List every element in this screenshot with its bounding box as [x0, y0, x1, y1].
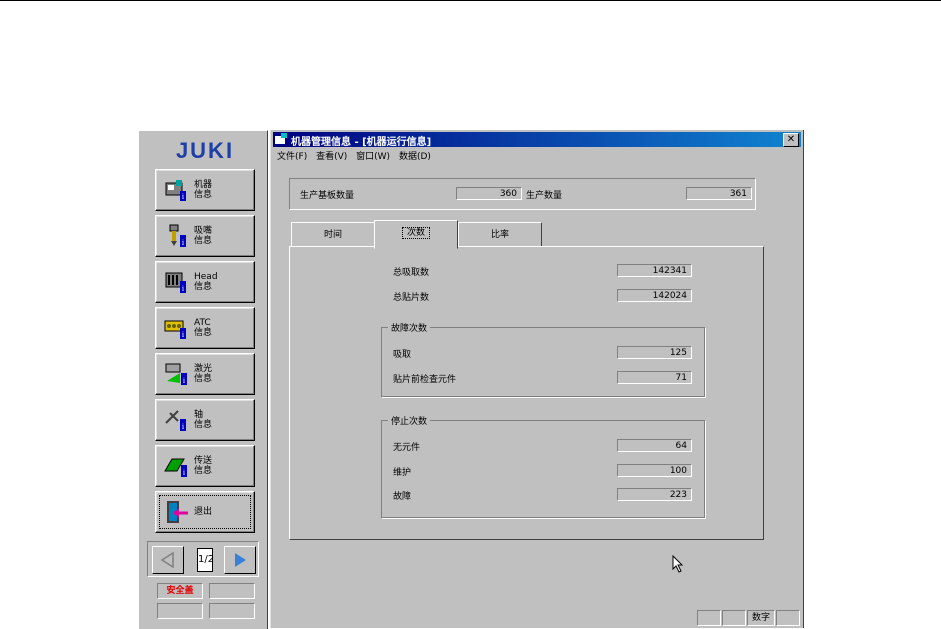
count-tab-panel: 总吸取数 142341 总贴片数 142024 故障次数 吸取 125 贴片前检… [289, 246, 764, 540]
svg-text:JUKI: JUKI [176, 139, 234, 161]
menu-data[interactable]: 数据(D) [399, 152, 431, 162]
stop-count-group: 停止次数 无元件 64 维护 100 故障 223 [381, 414, 705, 518]
head-info-label: Head 信息 [194, 272, 218, 292]
stop-row-value: 100 [617, 464, 692, 477]
stop-row-value: 223 [617, 488, 692, 501]
error-row-value: 125 [617, 346, 692, 359]
laser-info-icon: i [165, 363, 187, 385]
axis-info-icon: i [165, 410, 186, 431]
error-count-title: 故障次数 [388, 321, 431, 334]
stop-row-value: 64 [617, 439, 692, 452]
arrow-right-icon [235, 553, 246, 567]
axis-info-button[interactable]: i 轴 信息 [155, 399, 255, 441]
page-navigator: 1/2 [147, 541, 259, 577]
status-pane-2 [722, 610, 746, 626]
status-pane-mode: 数字 [747, 610, 775, 626]
error-count-group: 故障次数 吸取 125 贴片前检查元件 71 [381, 321, 705, 397]
menu-bar: 文件(F) 查看(V) 窗口(W) 数据(D) [277, 149, 437, 163]
nozzle-info-label: 吸嘴 信息 [194, 226, 213, 246]
safety-cover-status: 安全盖 [157, 583, 203, 599]
window-title: 机器管理信息 - [机器运行信息] [291, 137, 432, 148]
machine-info-icon: i [165, 180, 186, 201]
error-row-value: 71 [617, 371, 692, 384]
page-top-rule [0, 0, 941, 1]
status-slot-2 [209, 583, 255, 599]
exit-button[interactable]: 退出 [155, 491, 255, 533]
axis-info-label: 轴 信息 [194, 410, 213, 430]
conveyor-info-button[interactable]: i 传送 信息 [155, 445, 255, 487]
stop-count-title: 停止次数 [388, 414, 431, 427]
error-row-label: 吸取 [393, 350, 412, 360]
conveyor-info-icon: i [164, 458, 187, 477]
status-pane-1 [697, 610, 721, 626]
total-mount-label: 总贴片数 [393, 293, 430, 303]
status-pane-4 [776, 610, 800, 626]
arrow-left-icon [160, 551, 174, 569]
total-mount-value: 142024 [617, 289, 692, 302]
machine-info-button[interactable]: i 机器 信息 [155, 169, 255, 211]
atc-info-button[interactable]: i ATC 信息 [155, 307, 255, 349]
summary-panel: 生产基板数量 360 生产数量 361 [289, 178, 756, 210]
total-pick-label: 总吸取数 [393, 268, 430, 278]
tab-count[interactable]: 次数 [374, 220, 458, 249]
tab-count-label: 次数 [401, 227, 430, 239]
tab-time[interactable]: 时间 [291, 222, 375, 248]
close-button[interactable]: ✕ [783, 133, 799, 147]
tab-ratio-label: 比率 [490, 230, 509, 240]
head-info-button[interactable]: i Head 信息 [155, 261, 255, 303]
atc-info-label: ATC 信息 [194, 318, 213, 338]
nozzle-info-icon: i [169, 224, 186, 247]
app-icon [275, 133, 287, 144]
menu-window[interactable]: 窗口(W) [356, 152, 390, 162]
board-count-label: 生产基板数量 [300, 191, 355, 201]
launcher-panel: JUKI i 机器 信息 i 吸嘴 信息 i Head 信息 i ATC 信息 … [138, 130, 268, 629]
exit-label: 退出 [194, 507, 213, 517]
next-page-button[interactable] [224, 546, 256, 574]
stop-row-label: 维护 [393, 468, 412, 478]
juki-logo: JUKI [176, 139, 234, 161]
status-slot-4 [209, 603, 255, 619]
error-row-label: 贴片前检查元件 [393, 375, 457, 385]
close-icon: ✕ [786, 134, 796, 145]
machine-info-window: 机器管理信息 - [机器运行信息] ✕ 文件(F) 查看(V) 窗口(W) 数据… [270, 130, 804, 628]
stop-row-label: 无元件 [393, 443, 421, 453]
page-indicator: 1/2 [197, 548, 214, 572]
title-bar: 机器管理信息 - [机器运行信息] ✕ [273, 132, 801, 148]
prev-page-button[interactable] [152, 546, 184, 574]
menu-file[interactable]: 文件(F) [277, 152, 307, 162]
tab-ratio[interactable]: 比率 [458, 222, 542, 248]
tab-time-label: 时间 [323, 230, 342, 240]
production-count-label: 生产数量 [526, 191, 563, 201]
machine-info-label: 机器 信息 [194, 180, 213, 200]
atc-info-icon: i [164, 320, 186, 339]
exit-door-icon [167, 501, 188, 523]
conveyor-info-label: 传送 信息 [194, 456, 213, 476]
laser-info-label: 激光 信息 [194, 364, 213, 384]
laser-info-button[interactable]: i 激光 信息 [155, 353, 255, 395]
nozzle-info-button[interactable]: i 吸嘴 信息 [155, 215, 255, 257]
status-slot-3 [157, 603, 203, 619]
head-info-icon: i [165, 272, 186, 293]
menu-view[interactable]: 查看(V) [316, 152, 347, 162]
mouse-cursor-icon [672, 555, 684, 573]
board-count-value: 360 [456, 187, 522, 200]
stop-row-label: 故障 [393, 492, 412, 502]
production-count-value: 361 [686, 187, 752, 200]
total-pick-value: 142341 [617, 264, 692, 277]
